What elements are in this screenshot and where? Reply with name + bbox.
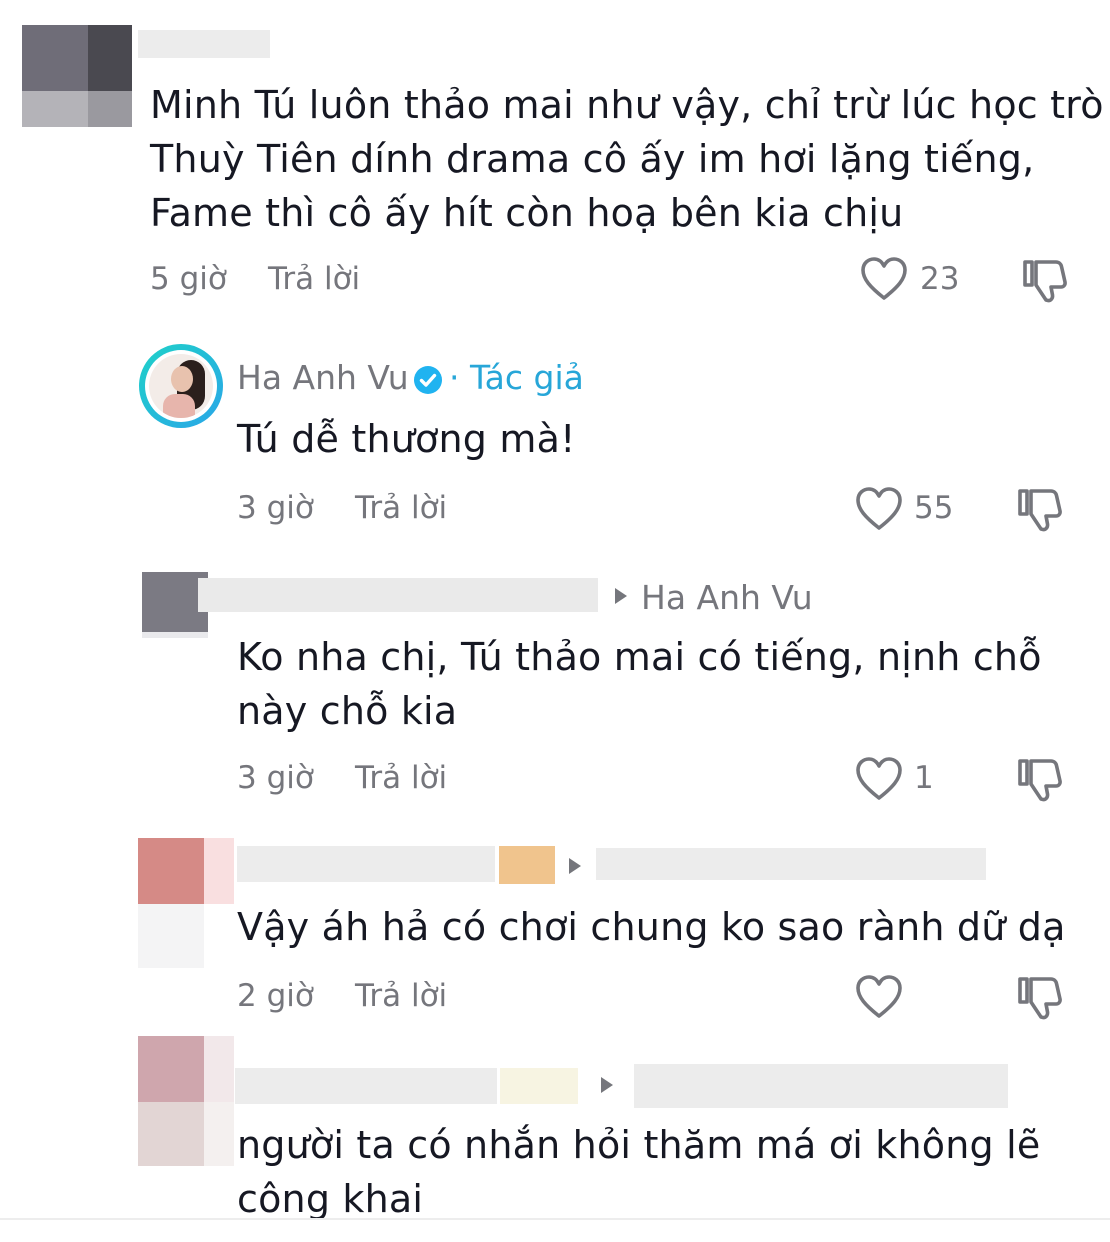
avatar-pixelated[interactable]	[138, 1036, 234, 1166]
heart-outline-icon[interactable]	[855, 486, 903, 532]
username-blurred[interactable]	[237, 846, 495, 882]
divider	[0, 1218, 1110, 1220]
thumbs-down-outline-icon[interactable]	[1020, 258, 1070, 304]
play-triangle-icon	[569, 858, 581, 874]
comment-time: 3 giờ	[237, 760, 314, 796]
reply-to-name-blurred[interactable]	[596, 848, 986, 880]
reply-button[interactable]: Trả lời	[268, 261, 360, 297]
username-blurred[interactable]	[198, 578, 598, 612]
like-count: 1	[914, 760, 934, 796]
comment-text: Vậy áh hả có chơi chung ko sao rành dữ d…	[237, 905, 1066, 949]
thumbs-down-outline-icon[interactable]	[1015, 757, 1065, 803]
like-count: 55	[914, 490, 954, 526]
avatar-pixelated[interactable]	[138, 838, 234, 968]
thumbs-down-outline-icon[interactable]	[1015, 975, 1065, 1021]
play-triangle-icon	[601, 1077, 613, 1093]
reply-button[interactable]: Trả lời	[355, 978, 447, 1014]
username-blurred-badge	[500, 1068, 578, 1104]
comment-time: 3 giờ	[237, 490, 314, 526]
username-blurred-badge	[499, 846, 555, 884]
reply-to-name-blurred[interactable]	[634, 1064, 1008, 1108]
heart-outline-icon[interactable]	[855, 756, 903, 802]
verified-badge-icon	[414, 366, 442, 394]
comment-text: Minh Tú luôn thảo mai như vậy, chỉ trừ l…	[150, 83, 1104, 235]
reply-button[interactable]: Trả lời	[355, 760, 447, 796]
comment-text: người ta có nhắn hỏi thăm má ơi không lẽ…	[237, 1123, 1041, 1221]
author-name[interactable]: Ha Anh Vu	[237, 358, 409, 397]
thumbs-down-outline-icon[interactable]	[1015, 487, 1065, 533]
avatar-pixelated[interactable]	[22, 25, 132, 127]
comment-text: Tú dễ thương mà!	[237, 417, 576, 461]
like-count: 23	[920, 261, 960, 297]
comment-time: 2 giờ	[237, 978, 314, 1014]
reply-button[interactable]: Trả lời	[355, 490, 447, 526]
comment-text: Ko nha chị, Tú thảo mai có tiếng, nịnh c…	[237, 635, 1042, 733]
author-badge: · Tác giả	[449, 358, 584, 397]
username-blurred[interactable]	[138, 30, 270, 58]
play-triangle-icon	[615, 588, 627, 604]
reply-to-name[interactable]: Ha Anh Vu	[641, 578, 813, 617]
avatar-author[interactable]	[139, 344, 223, 428]
comment-time: 5 giờ	[150, 261, 227, 297]
heart-outline-icon[interactable]	[855, 974, 903, 1020]
heart-outline-icon[interactable]	[860, 256, 908, 302]
username-blurred[interactable]	[235, 1068, 497, 1104]
